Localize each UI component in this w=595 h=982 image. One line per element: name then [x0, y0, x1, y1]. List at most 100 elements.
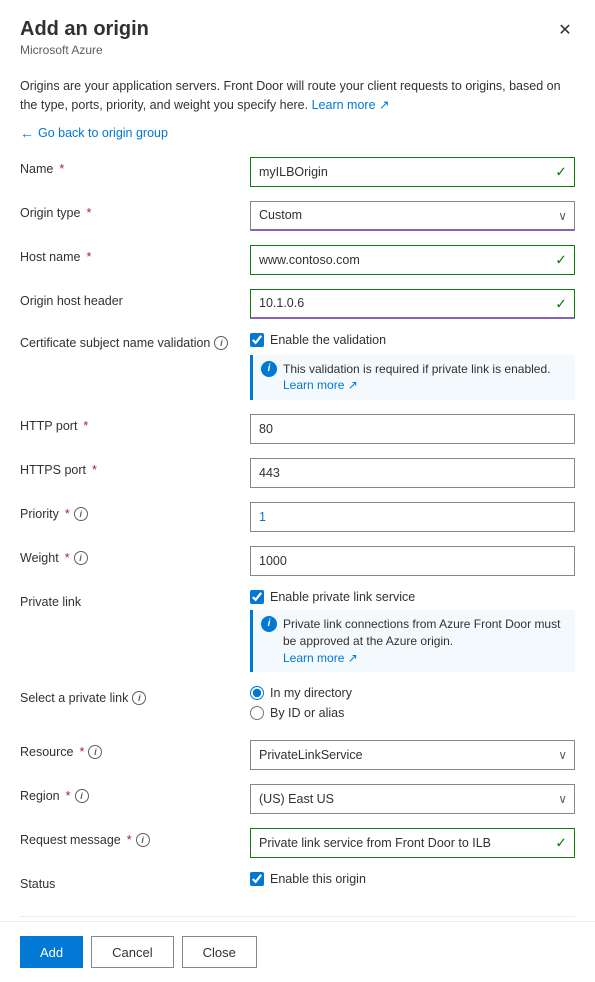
- name-required: *: [59, 162, 64, 176]
- back-to-origin-group-link[interactable]: ← Go back to origin group: [20, 125, 575, 141]
- origin-type-label: Origin type *: [20, 201, 250, 220]
- weight-info-icon[interactable]: i: [74, 551, 88, 565]
- cancel-button[interactable]: Cancel: [91, 936, 173, 968]
- resource-required: *: [80, 745, 85, 759]
- private-link-info-box: i Private link connections from Azure Fr…: [250, 610, 575, 672]
- request-message-input-wrapper: ✓: [250, 828, 575, 858]
- resource-info-icon[interactable]: i: [88, 745, 102, 759]
- enable-origin-checkbox[interactable]: [250, 872, 264, 886]
- description-learn-more-link[interactable]: Learn more ↗: [312, 98, 390, 112]
- status-control: Enable this origin: [250, 872, 575, 890]
- origin-host-header-input[interactable]: [250, 289, 575, 319]
- priority-info-icon[interactable]: i: [74, 507, 88, 521]
- https-port-required: *: [92, 463, 97, 477]
- request-message-row: Request message * i ✓: [20, 828, 575, 858]
- resource-dropdown-wrapper: PrivateLinkService ∨: [250, 740, 575, 770]
- cert-validation-control: Enable the validation i This validation …: [250, 333, 575, 401]
- host-name-input-wrapper: ✓: [250, 245, 575, 275]
- by-id-radio-row: By ID or alias: [250, 706, 575, 720]
- resource-control: PrivateLinkService ∨: [250, 740, 575, 770]
- origin-host-header-label: Origin host header: [20, 289, 250, 308]
- panel-subtitle: Microsoft Azure: [20, 43, 575, 57]
- close-button[interactable]: Close: [182, 936, 257, 968]
- region-dropdown-wrapper: (US) East US ∨: [250, 784, 575, 814]
- host-name-control: ✓: [250, 245, 575, 275]
- panel-body: Origins are your application servers. Fr…: [0, 65, 595, 921]
- select-private-link-row: Select a private link i In my directory …: [20, 686, 575, 726]
- origin-type-required: *: [86, 206, 91, 220]
- panel-header: Add an origin Microsoft Azure ✕: [0, 0, 595, 65]
- priority-control: [250, 502, 575, 532]
- request-message-input[interactable]: [250, 828, 575, 858]
- region-label: Region * i: [20, 784, 250, 803]
- cert-validation-label: Certificate subject name validation i: [20, 333, 250, 350]
- origin-type-dropdown-wrapper: Custom ∨: [250, 201, 575, 231]
- name-label: Name *: [20, 157, 250, 176]
- weight-control: [250, 546, 575, 576]
- host-name-row: Host name * ✓: [20, 245, 575, 275]
- resource-dropdown[interactable]: PrivateLinkService: [250, 740, 575, 770]
- request-message-info-icon[interactable]: i: [136, 833, 150, 847]
- priority-input[interactable]: [250, 502, 575, 532]
- status-checkbox-row: Enable this origin: [250, 872, 575, 886]
- request-message-check-icon: ✓: [555, 835, 567, 852]
- http-port-control: [250, 414, 575, 444]
- select-private-link-control: In my directory By ID or alias: [250, 686, 575, 726]
- by-id-radio[interactable]: [250, 706, 264, 720]
- host-name-check-icon: ✓: [555, 251, 567, 268]
- weight-required: *: [65, 551, 70, 565]
- origin-host-header-row: Origin host header ✓: [20, 289, 575, 319]
- cert-validation-checkbox[interactable]: [250, 333, 264, 347]
- private-link-ext-link-icon: ↗: [348, 651, 358, 665]
- weight-input[interactable]: [250, 546, 575, 576]
- origin-type-dropdown[interactable]: Custom: [250, 201, 575, 231]
- cert-info-icon[interactable]: i: [214, 336, 228, 350]
- in-my-directory-radio[interactable]: [250, 686, 264, 700]
- select-private-link-label: Select a private link i: [20, 686, 250, 705]
- host-name-input[interactable]: [250, 245, 575, 275]
- https-port-control: [250, 458, 575, 488]
- cert-info-box: i This validation is required if private…: [250, 355, 575, 401]
- cert-checkbox-row: Enable the validation: [250, 333, 575, 347]
- private-link-label: Private link: [20, 590, 250, 609]
- select-private-link-info-icon[interactable]: i: [132, 691, 146, 705]
- back-arrow-icon: ←: [20, 125, 34, 141]
- name-control: ✓: [250, 157, 575, 187]
- ext-link-icon: ↗: [379, 98, 389, 112]
- close-panel-button[interactable]: ✕: [551, 16, 579, 44]
- http-port-input[interactable]: [250, 414, 575, 444]
- https-port-row: HTTPS port *: [20, 458, 575, 488]
- in-my-directory-label: In my directory: [270, 686, 352, 700]
- cert-ext-link-icon: ↗: [348, 378, 358, 392]
- priority-label: Priority * i: [20, 502, 250, 521]
- panel-footer: Add Cancel Close: [0, 921, 595, 982]
- request-message-label: Request message * i: [20, 828, 250, 847]
- name-check-icon: ✓: [555, 163, 567, 180]
- name-input-wrapper: ✓: [250, 157, 575, 187]
- cert-learn-more-link[interactable]: Learn more ↗: [283, 378, 358, 392]
- in-my-directory-radio-row: In my directory: [250, 686, 575, 700]
- region-row: Region * i (US) East US ∨: [20, 784, 575, 814]
- weight-row: Weight * i: [20, 546, 575, 576]
- https-port-label: HTTPS port *: [20, 458, 250, 477]
- request-message-control: ✓: [250, 828, 575, 858]
- region-required: *: [66, 789, 71, 803]
- name-input[interactable]: [250, 157, 575, 187]
- region-dropdown[interactable]: (US) East US: [250, 784, 575, 814]
- add-button[interactable]: Add: [20, 936, 83, 968]
- description-text: Origins are your application servers. Fr…: [20, 77, 575, 115]
- http-port-label: HTTP port *: [20, 414, 250, 433]
- private-link-learn-more-link[interactable]: Learn more ↗: [283, 651, 358, 665]
- priority-required: *: [65, 507, 70, 521]
- private-link-checkbox[interactable]: [250, 590, 264, 604]
- host-name-label: Host name *: [20, 245, 250, 264]
- weight-label: Weight * i: [20, 546, 250, 565]
- status-label: Status: [20, 872, 250, 891]
- private-link-row: Private link Enable private link service…: [20, 590, 575, 672]
- http-port-row: HTTP port *: [20, 414, 575, 444]
- origin-host-header-control: ✓: [250, 289, 575, 319]
- https-port-input[interactable]: [250, 458, 575, 488]
- cert-info-circle-icon: i: [261, 361, 277, 377]
- priority-row: Priority * i: [20, 502, 575, 532]
- region-info-icon[interactable]: i: [75, 789, 89, 803]
